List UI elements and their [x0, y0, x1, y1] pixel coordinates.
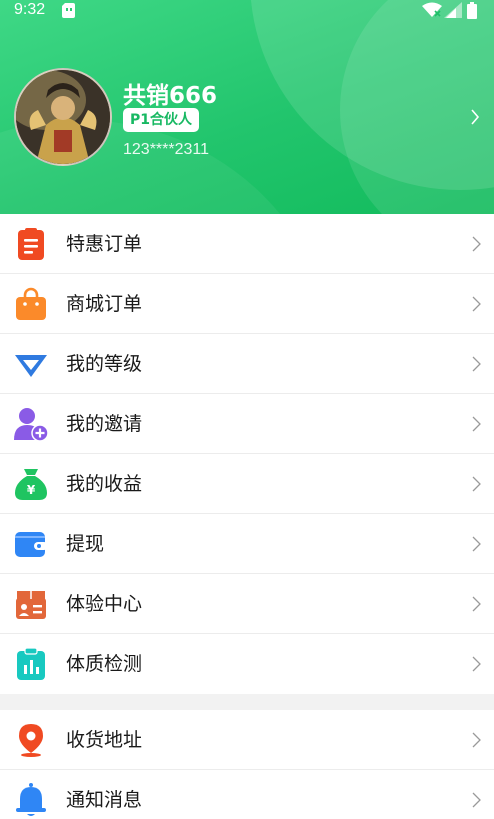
- avatar[interactable]: [14, 68, 112, 166]
- status-bar: 9:32: [0, 0, 494, 22]
- menu-item-label: 体质检测: [66, 653, 143, 675]
- profile-card[interactable]: 共销666 P1合伙人 123****2311: [0, 60, 494, 170]
- chevron-right-icon: [472, 536, 481, 552]
- shopping-bag-icon: [16, 287, 46, 320]
- wallet-icon: [15, 532, 48, 557]
- menu-item-label: 我的邀请: [66, 413, 143, 435]
- sim-card-icon: [62, 3, 75, 18]
- menu-item-label: 体验中心: [66, 593, 143, 615]
- menu-item-notifications[interactable]: 通知消息: [0, 770, 494, 819]
- menu-item-label: 我的收益: [66, 473, 143, 495]
- menu-item-my-invites[interactable]: 我的邀请: [0, 394, 494, 454]
- diamond-icon: [15, 355, 47, 377]
- chevron-right-icon: [472, 476, 481, 492]
- cell-signal-icon: [444, 2, 462, 18]
- chevron-right-icon: [472, 236, 481, 252]
- menu-item-shipping-address[interactable]: 收货地址: [0, 710, 494, 770]
- location-pin-icon: [19, 724, 43, 757]
- menu-group-orders: 特惠订单 商城订单 我的等级 我的邀请 ¥ 我的收益 提现 体验中心 体质检测: [0, 214, 494, 694]
- menu-group-settings: 收货地址 通知消息: [0, 710, 494, 819]
- chevron-right-icon: [472, 596, 481, 612]
- menu-item-my-level[interactable]: 我的等级: [0, 334, 494, 394]
- level-badge: P1合伙人: [123, 108, 200, 132]
- menu-item-label: 特惠订单: [66, 233, 143, 255]
- chevron-right-icon: [472, 732, 481, 748]
- svg-text:¥: ¥: [27, 483, 36, 497]
- menu-item-label: 收货地址: [66, 729, 143, 751]
- chevron-right-icon[interactable]: [470, 108, 480, 126]
- money-bag-icon: ¥: [15, 469, 47, 500]
- menu-item-experience-center[interactable]: 体验中心: [0, 574, 494, 634]
- battery-icon: [467, 2, 477, 19]
- status-time: 9:32: [14, 1, 46, 18]
- menu-item-mall-orders[interactable]: 商城订单: [0, 274, 494, 334]
- chevron-right-icon: [472, 656, 481, 672]
- menu-item-label: 提现: [66, 533, 105, 555]
- chevron-right-icon: [472, 296, 481, 312]
- menu-item-my-earnings[interactable]: ¥ 我的收益: [0, 454, 494, 514]
- clipboard-list-icon: [18, 228, 44, 260]
- menu-item-label: 通知消息: [66, 789, 143, 811]
- experience-box-icon: [16, 591, 46, 619]
- health-check-icon: [17, 647, 45, 680]
- profile-header: 9:32 共销666 P1合伙人 123****2311: [0, 0, 494, 214]
- menu-item-label: 商城订单: [66, 293, 143, 315]
- user-name: 共销666: [123, 83, 218, 109]
- avatar-image: [16, 70, 110, 164]
- chevron-right-icon: [472, 416, 481, 432]
- user-phone: 123****2311: [123, 141, 210, 158]
- add-user-icon: [14, 408, 48, 441]
- menu-item-withdraw[interactable]: 提现: [0, 514, 494, 574]
- bell-icon: [16, 783, 46, 816]
- menu-item-label: 我的等级: [66, 353, 143, 375]
- chevron-right-icon: [472, 792, 481, 808]
- menu-item-health-check[interactable]: 体质检测: [0, 634, 494, 694]
- chevron-right-icon: [472, 356, 481, 372]
- menu-item-special-orders[interactable]: 特惠订单: [0, 214, 494, 274]
- wifi-icon: [422, 2, 442, 17]
